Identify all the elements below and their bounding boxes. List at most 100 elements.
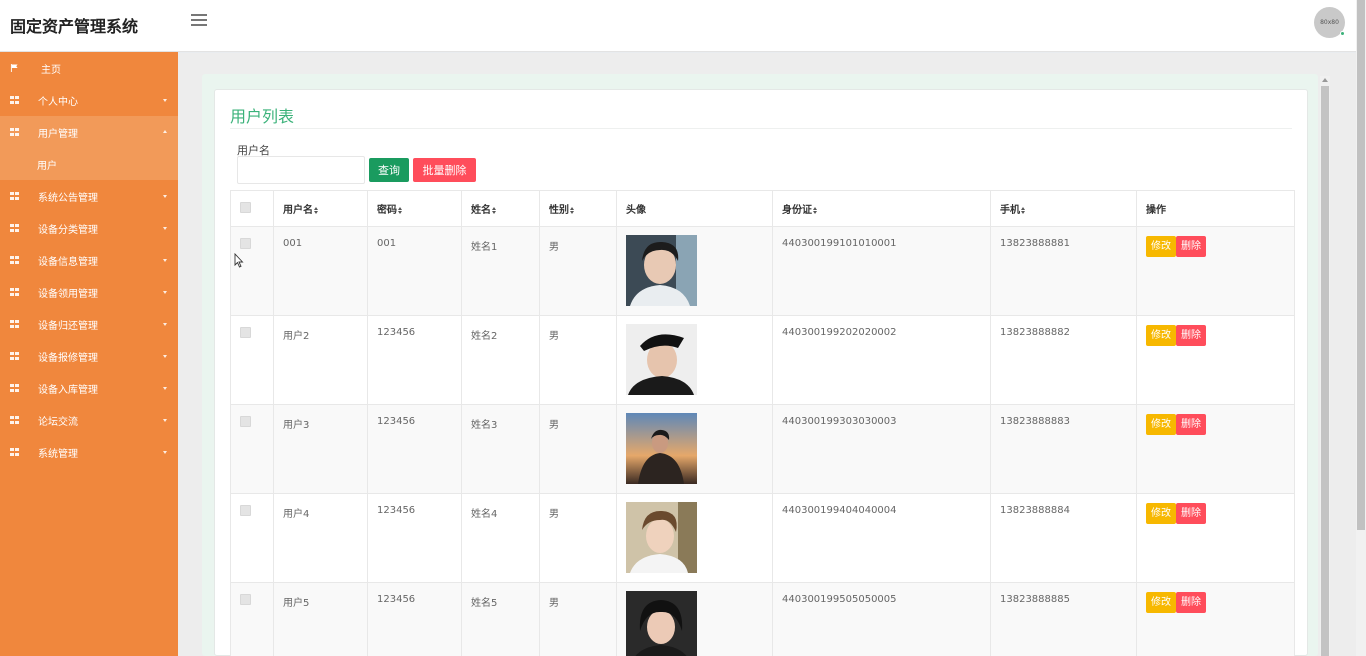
chevron-down-icon xyxy=(163,355,167,358)
sidebar-subitem-users[interactable]: 用户 xyxy=(0,148,178,180)
row-checkbox[interactable] xyxy=(240,594,251,605)
column-header-name[interactable]: 姓名 xyxy=(461,190,540,227)
grid-icon xyxy=(10,224,19,232)
user-avatar-photo xyxy=(626,413,697,484)
sidebar-item-home[interactable]: 主页 xyxy=(0,52,178,84)
cell-id-card: 440300199202020002 xyxy=(772,315,991,405)
column-header-phone[interactable]: 手机 xyxy=(990,190,1137,227)
delete-button[interactable]: 删除 xyxy=(1176,414,1206,435)
sidebar: 主页 个人中心 用户管理 用户 系统公告管理 设备分类管理 设备信息管理 设备领… xyxy=(0,52,178,656)
sidebar-item-forum[interactable]: 论坛交流 xyxy=(0,404,178,436)
sidebar-item-user-management[interactable]: 用户管理 xyxy=(0,116,178,148)
column-header-id-card[interactable]: 身份证 xyxy=(772,190,991,227)
edit-button[interactable]: 修改 xyxy=(1146,325,1176,346)
sidebar-item-announcements[interactable]: 系统公告管理 xyxy=(0,180,178,212)
sidebar-item-equipment-stock-in[interactable]: 设备入库管理 xyxy=(0,372,178,404)
sort-icon[interactable] xyxy=(314,206,318,214)
sidebar-item-label: 设备分类管理 xyxy=(38,224,98,236)
column-header-username[interactable]: 用户名 xyxy=(273,190,368,227)
sidebar-item-equipment-return[interactable]: 设备归还管理 xyxy=(0,308,178,340)
sidebar-item-equipment-info[interactable]: 设备信息管理 xyxy=(0,244,178,276)
cell-phone: 13823888881 xyxy=(990,226,1137,316)
edit-button[interactable]: 修改 xyxy=(1146,503,1176,524)
sort-icon[interactable] xyxy=(492,206,496,214)
delete-button[interactable]: 删除 xyxy=(1176,592,1206,613)
sidebar-item-label: 设备报修管理 xyxy=(38,352,98,364)
sidebar-item-equipment-category[interactable]: 设备分类管理 xyxy=(0,212,178,244)
scrollbar-thumb[interactable] xyxy=(1357,0,1365,530)
cell-id-card: 440300199303030003 xyxy=(772,404,991,494)
sidebar-item-label: 用户管理 xyxy=(38,128,78,140)
grid-icon xyxy=(10,256,19,264)
mouse-cursor-icon xyxy=(234,253,244,268)
table-row: 用户5 123456 姓名5 男 440300199505050005 1382… xyxy=(230,582,1295,656)
scrollbar-thumb[interactable] xyxy=(1321,86,1329,656)
sidebar-item-label: 设备信息管理 xyxy=(38,256,98,268)
delete-button[interactable]: 删除 xyxy=(1176,325,1206,346)
delete-button[interactable]: 删除 xyxy=(1176,236,1206,257)
edit-button[interactable]: 修改 xyxy=(1146,592,1176,613)
sort-icon[interactable] xyxy=(570,206,574,214)
cell-avatar xyxy=(616,493,773,583)
select-all-cell xyxy=(230,190,274,227)
user-list-card: 用户列表 用户名 查询 批量删除 用户名 密码 姓名 性别 头像 身份证 手机 … xyxy=(214,89,1308,656)
grid-icon xyxy=(10,288,19,296)
cell-username: 用户2 xyxy=(273,315,368,405)
chevron-down-icon xyxy=(163,227,167,230)
row-checkbox[interactable] xyxy=(240,505,251,516)
sidebar-item-equipment-requisition[interactable]: 设备领用管理 xyxy=(0,276,178,308)
cell-password: 123456 xyxy=(367,582,462,656)
menu-toggle-icon[interactable] xyxy=(191,14,207,28)
grid-icon xyxy=(10,128,19,136)
grid-icon xyxy=(10,192,19,200)
sidebar-item-personal-center[interactable]: 个人中心 xyxy=(0,84,178,116)
cell-phone: 13823888883 xyxy=(990,404,1137,494)
sidebar-item-equipment-repair[interactable]: 设备报修管理 xyxy=(0,340,178,372)
cell-name: 姓名2 xyxy=(461,315,540,405)
sort-icon[interactable] xyxy=(813,206,817,214)
avatar[interactable]: 80x80 xyxy=(1314,7,1345,38)
cell-avatar xyxy=(616,226,773,316)
sort-icon[interactable] xyxy=(1021,206,1025,214)
delete-button[interactable]: 删除 xyxy=(1176,503,1206,524)
sidebar-item-system-management[interactable]: 系统管理 xyxy=(0,436,178,468)
user-avatar-photo xyxy=(626,591,697,656)
query-button[interactable]: 查询 xyxy=(369,158,409,182)
row-checkbox[interactable] xyxy=(240,327,251,338)
grid-icon xyxy=(10,416,19,424)
sidebar-item-label: 用户 xyxy=(37,160,57,172)
edit-button[interactable]: 修改 xyxy=(1146,236,1176,257)
username-search-input[interactable] xyxy=(237,156,365,184)
column-header-password[interactable]: 密码 xyxy=(367,190,462,227)
page-scrollbar[interactable] xyxy=(1356,0,1366,656)
grid-icon xyxy=(10,352,19,360)
chevron-down-icon xyxy=(163,323,167,326)
sidebar-item-label: 系统公告管理 xyxy=(38,192,98,204)
cell-actions: 修改 删除 xyxy=(1136,582,1295,656)
sort-icon[interactable] xyxy=(398,206,402,214)
row-checkbox[interactable] xyxy=(240,238,251,249)
scroll-up-icon[interactable] xyxy=(1322,78,1328,82)
cell-password: 123456 xyxy=(367,315,462,405)
cell-name: 姓名3 xyxy=(461,404,540,494)
cell-avatar xyxy=(616,582,773,656)
page-title: 用户列表 xyxy=(230,107,295,126)
edit-button[interactable]: 修改 xyxy=(1146,414,1176,435)
table-row: 用户4 123456 姓名4 男 440300199404040004 1382… xyxy=(230,493,1295,583)
column-header-gender[interactable]: 性别 xyxy=(539,190,617,227)
cell-gender: 男 xyxy=(539,315,617,405)
grid-icon xyxy=(10,384,19,392)
table-row: 001 001 姓名1 男 440300199101010001 1382388… xyxy=(230,226,1295,316)
bulk-delete-button[interactable]: 批量删除 xyxy=(413,158,476,182)
cell-password: 123456 xyxy=(367,493,462,583)
content-scrollbar[interactable] xyxy=(1320,76,1330,656)
select-all-checkbox[interactable] xyxy=(240,201,251,213)
row-checkbox[interactable] xyxy=(240,416,251,427)
table-header-row: 用户名 密码 姓名 性别 头像 身份证 手机 操作 xyxy=(230,190,1295,227)
table-row: 用户3 123456 姓名3 男 440300199303030003 1382… xyxy=(230,404,1295,494)
divider xyxy=(230,128,1292,129)
cell-actions: 修改 删除 xyxy=(1136,226,1295,316)
sidebar-item-label: 设备领用管理 xyxy=(38,288,98,300)
sidebar-item-label: 论坛交流 xyxy=(38,416,78,428)
cell-actions: 修改 删除 xyxy=(1136,315,1295,405)
